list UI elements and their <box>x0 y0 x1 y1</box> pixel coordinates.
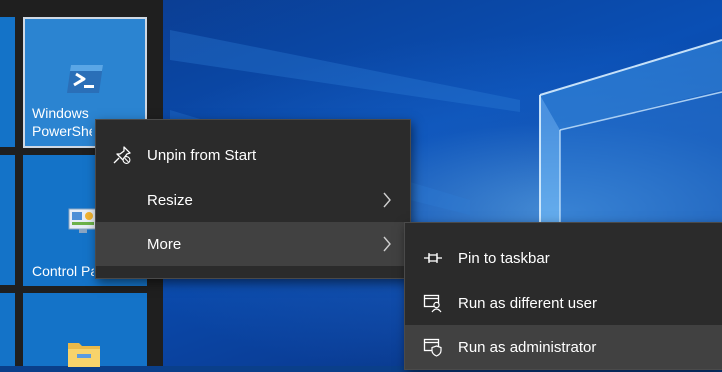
menu-item-label: Pin to taskbar <box>458 249 550 267</box>
shield-window-icon <box>423 337 443 357</box>
menu-item-label: More <box>147 235 182 253</box>
tile-file-explorer[interactable] <box>23 293 147 367</box>
menu-item-label: Resize <box>147 191 193 209</box>
unpin-icon <box>112 145 132 165</box>
menu-item-label: Run as administrator <box>458 338 597 356</box>
menu-item-pin-to-taskbar[interactable]: Pin to taskbar <box>405 236 722 280</box>
tile-partial[interactable] <box>0 155 15 285</box>
folder-icon <box>67 339 101 372</box>
tile-partial[interactable] <box>0 17 15 147</box>
context-menu: Unpin from Start Resize More <box>95 119 411 279</box>
menu-item-run-as-different-user[interactable]: Run as different user <box>405 281 722 325</box>
menu-item-run-as-administrator[interactable]: Run as administrator <box>405 325 722 369</box>
powershell-icon <box>65 63 105 100</box>
menu-item-more[interactable]: More <box>96 222 410 266</box>
chevron-right-icon <box>382 192 392 212</box>
pin-icon <box>423 248 443 268</box>
menu-item-label: Unpin from Start <box>147 146 257 164</box>
menu-item-resize[interactable]: Resize <box>96 178 410 222</box>
tile-label-line1: Windows <box>32 105 89 121</box>
more-submenu: Pin to taskbar Run as different user Run… <box>404 222 722 370</box>
tile-label: Control Panel <box>32 263 94 279</box>
tile-label-line2: PowerShell <box>32 123 92 139</box>
menu-item-unpin-from-start[interactable]: Unpin from Start <box>96 133 410 177</box>
menu-item-label: Run as different user <box>458 294 597 312</box>
tile-partial[interactable] <box>0 293 15 366</box>
user-window-icon <box>423 293 443 313</box>
chevron-right-icon <box>382 236 392 256</box>
